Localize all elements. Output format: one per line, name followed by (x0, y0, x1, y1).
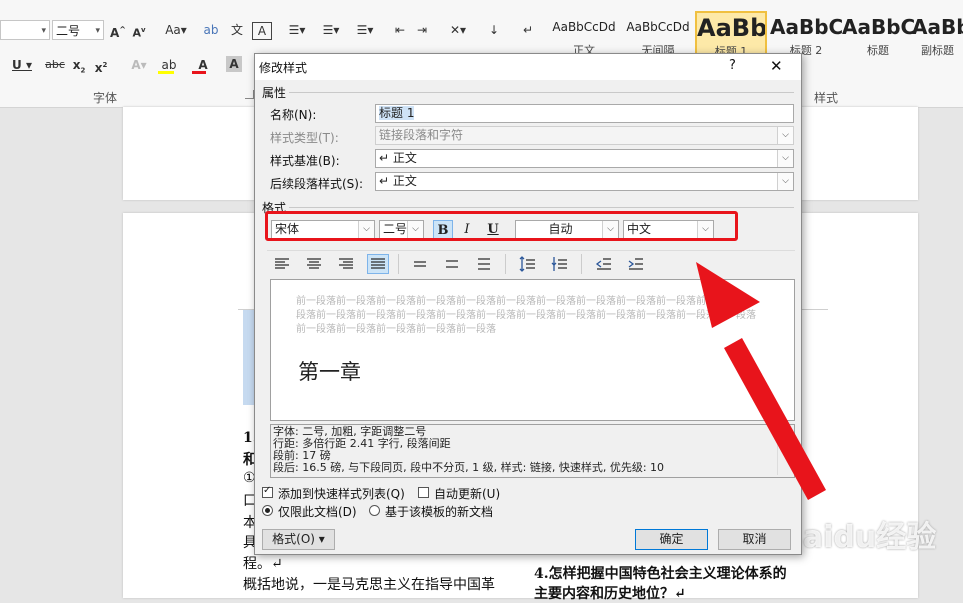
doc-right-heading-1: 4.怎样把握中国特色社会主义理论体系的 (534, 566, 787, 582)
decrease-indent-dialog-icon[interactable] (593, 254, 615, 274)
chinese-layout-icon[interactable]: ✕▾ (444, 19, 472, 41)
help-icon[interactable]: ? (729, 58, 736, 73)
char-shading-icon[interactable]: A (226, 56, 242, 72)
style-type-label: 样式类型(T): (270, 131, 339, 145)
style-subtitle[interactable]: AaBb副标题 (912, 12, 963, 60)
one-half-spacing-icon[interactable] (441, 254, 463, 274)
decrease-paragraph-spacing-icon[interactable] (549, 254, 571, 274)
annotation-highlight-box (265, 211, 738, 241)
font-group-label: 字体 (93, 91, 118, 105)
arrow-head (696, 262, 760, 328)
char-border-icon[interactable]: A (252, 22, 272, 40)
font-size-value: 二号 (56, 24, 81, 38)
name-input[interactable]: 标题 1 (375, 104, 794, 123)
name-value: 标题 1 (379, 106, 415, 120)
template-docs-label: 基于该模板的新文档 (385, 505, 494, 519)
next-style-select[interactable]: ↵ 正文 ⌵ (375, 172, 794, 191)
format-menu-button[interactable]: 格式(O) ▾ (262, 529, 335, 550)
properties-section-label: 属性 (262, 86, 287, 100)
based-on-label: 样式基准(B): (270, 154, 340, 168)
align-left-icon[interactable] (271, 254, 293, 274)
style-type-value: 链接段落和字符 (379, 128, 464, 142)
cancel-button[interactable]: 取消 (718, 529, 791, 550)
auto-update-checkbox[interactable] (418, 487, 429, 498)
increase-indent-icon[interactable]: ⇥ (412, 19, 432, 41)
next-style-label: 后续段落样式(S): (270, 177, 364, 191)
font-name-combo[interactable]: ▾ (0, 20, 50, 40)
doc-line-8: 概括地说，一是马克思主义在指导中国革 (243, 577, 495, 593)
only-this-doc-label: 仅限此文档(D) (278, 505, 357, 519)
sort-icon[interactable]: ↓ (484, 19, 504, 41)
dialog-titlebar: 修改样式 ? ✕ (255, 54, 801, 80)
decrease-indent-icon[interactable]: ⇤ (390, 19, 410, 41)
auto-update-label: 自动更新(U) (434, 487, 501, 501)
template-docs-radio[interactable] (369, 505, 380, 516)
desc-line-4: 段后: 16.5 磅, 与下段同页, 段中不分页, 1 级, 样式: 链接, 快… (273, 461, 665, 474)
doc-line-7: 程。↵ (243, 556, 283, 572)
strikethrough-button[interactable]: abc (44, 54, 66, 76)
based-on-value: ↵ 正文 (379, 151, 417, 165)
highlight-color-icon[interactable]: ab (156, 54, 182, 76)
name-label: 名称(N): (270, 108, 317, 122)
annotation-arrow (696, 262, 826, 500)
preview-prev-para-3: 前一段落前一段落前一段落前一段落前一段落 (296, 324, 496, 335)
only-this-doc-radio[interactable] (262, 505, 273, 516)
style-title[interactable]: AaBbC 标题 (842, 12, 914, 60)
watermark: Baidu经验 (780, 520, 937, 555)
single-spacing-icon[interactable] (409, 254, 431, 274)
add-to-quick-styles-checkbox[interactable]: ✓ (262, 485, 273, 498)
change-case-icon[interactable]: Aa▾ (162, 19, 190, 41)
arrow-shaft (724, 338, 826, 500)
bullets-icon[interactable]: ☰▾ (282, 19, 312, 41)
underline-button[interactable]: U ▾ (10, 54, 34, 76)
doc-right-heading-2: 主要内容和历史地位？↵ (534, 586, 686, 602)
close-icon[interactable]: ✕ (770, 57, 783, 75)
clear-format-icon[interactable]: ab (200, 19, 222, 41)
show-marks-icon[interactable]: ↵ (518, 19, 538, 41)
based-on-select[interactable]: ↵ 正文 ⌵ (375, 149, 794, 168)
numbering-icon[interactable]: ☰▾ (316, 19, 346, 41)
next-style-value: ↵ 正文 (379, 174, 417, 188)
subscript-button[interactable]: x2 (70, 54, 88, 76)
ok-button[interactable]: 确定 (635, 529, 708, 550)
text-effects-icon[interactable]: A▾ (126, 54, 152, 76)
preview-heading: 第一章 (298, 360, 361, 384)
launcher-icon[interactable] (245, 90, 254, 99)
font-size-combo[interactable]: 二号 ▾ (52, 20, 104, 40)
multilevel-list-icon[interactable]: ☰▾ (350, 19, 380, 41)
increase-indent-dialog-icon[interactable] (625, 254, 647, 274)
align-right-icon[interactable] (335, 254, 357, 274)
style-type-select: 链接段落和字符 ⌵ (375, 126, 794, 145)
align-center-icon[interactable] (303, 254, 325, 274)
shrink-font-icon[interactable]: Av (130, 19, 148, 41)
justify-icon[interactable] (367, 254, 389, 274)
superscript-button[interactable]: x2 (92, 54, 110, 76)
add-to-quick-styles-label: 添加到快速样式列表(Q) (278, 487, 405, 501)
double-spacing-icon[interactable] (473, 254, 495, 274)
grow-font-icon[interactable]: A^ (108, 19, 128, 41)
font-color-icon[interactable]: A (190, 54, 216, 76)
dialog-title: 修改样式 (259, 61, 308, 75)
phonetic-guide-icon[interactable]: 文 (226, 19, 248, 41)
styles-group-label: 样式 (814, 91, 839, 105)
increase-paragraph-spacing-icon[interactable] (517, 254, 539, 274)
